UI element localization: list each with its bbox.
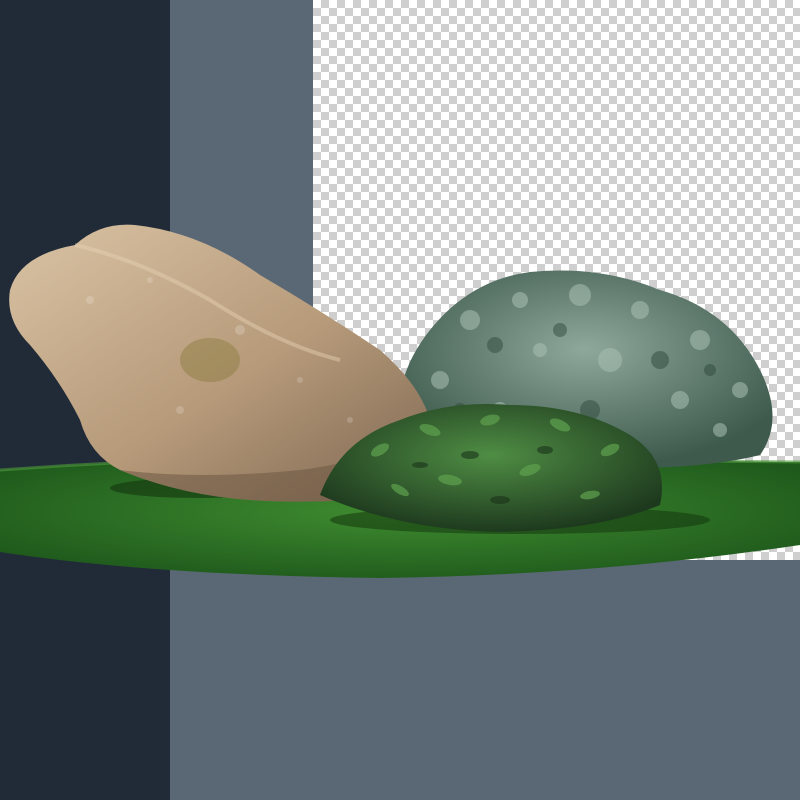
scene-canvas (0, 0, 800, 800)
landscape-scene (0, 224, 800, 578)
